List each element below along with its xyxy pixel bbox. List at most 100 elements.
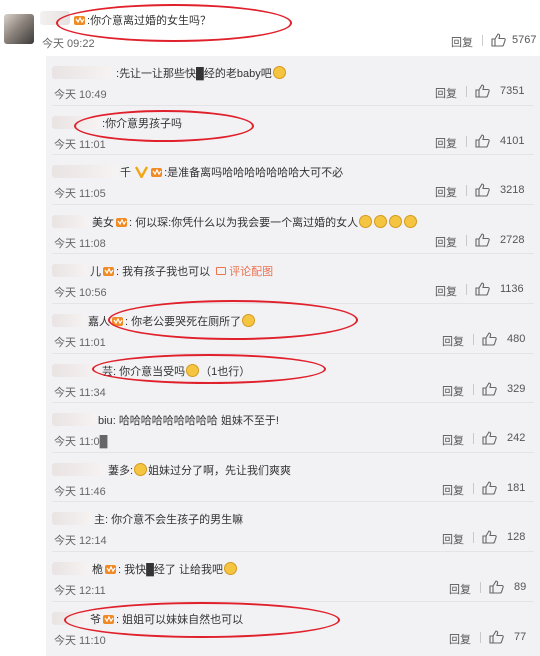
- username-blurred[interactable]: [52, 363, 100, 377]
- divider: [473, 383, 474, 395]
- like-icon[interactable]: [482, 481, 497, 498]
- username-blurred[interactable]: [52, 214, 90, 228]
- divider: [473, 532, 474, 544]
- username-blurred[interactable]: [52, 611, 88, 625]
- divider: [480, 631, 481, 643]
- like-icon[interactable]: [482, 431, 497, 448]
- username-blurred[interactable]: [52, 413, 96, 427]
- like-icon[interactable]: [482, 332, 497, 349]
- like-count: 1136: [500, 283, 524, 296]
- like-count: 2728: [500, 233, 525, 246]
- like-icon[interactable]: [489, 580, 504, 597]
- like-icon[interactable]: [475, 282, 490, 299]
- list-item: 爷: 姐姐可以妹妹自然也可以 今天 11:10 回复 77: [46, 602, 540, 652]
- divider: [473, 482, 474, 494]
- list-item: 儿: 我有孩子我也可以 评论配图 今天 10:56 回复 1136: [46, 254, 540, 304]
- reply-time: 今天 11:01: [54, 138, 106, 151]
- reply-button[interactable]: 回复: [435, 135, 457, 151]
- vip-badge-icon: [102, 613, 115, 625]
- reply-time: 今天 10:56: [54, 287, 107, 300]
- divider: [466, 284, 467, 296]
- reply-body: 萋多: 姐妹过分了啊，先让我们爽爽: [108, 462, 292, 477]
- reply-body: :你介意男孩子吗: [102, 117, 183, 130]
- reply-button[interactable]: 回复: [442, 333, 464, 349]
- username-blurred[interactable]: [52, 314, 86, 327]
- divider: [466, 86, 467, 97]
- vip-badge-icon: [150, 166, 163, 178]
- list-item: :先让一让那些快█经的老baby吧 今天 10:49 回复 7351: [46, 56, 540, 106]
- reply-list: :先让一让那些快█经的老baby吧 今天 10:49 回复 7351 :你介意男…: [46, 56, 540, 656]
- reply-body: 桅: 我快█经了 让给我吧: [92, 561, 238, 577]
- reply-button[interactable]: 回复: [435, 85, 457, 101]
- divider: [480, 582, 481, 593]
- like-icon[interactable]: [475, 183, 490, 200]
- vip-badge-icon: [104, 563, 117, 575]
- like-count: 3218: [500, 184, 525, 197]
- comment-body: :你介意离过婚的女生吗？: [72, 12, 211, 28]
- divider: [473, 433, 474, 445]
- like-count: 89: [514, 581, 527, 593]
- like-count: 329: [507, 382, 526, 395]
- like-icon[interactable]: [491, 33, 506, 50]
- emoji-icon: [359, 214, 373, 228]
- reply-body: 千 :是准备离吗哈哈哈哈哈哈哈大可不必: [120, 166, 344, 180]
- reply-button[interactable]: 回复: [435, 283, 457, 299]
- avatar[interactable]: [4, 14, 34, 44]
- reply-button[interactable]: 回复: [451, 34, 473, 50]
- like-count: 128: [507, 531, 526, 544]
- divider: [466, 135, 467, 147]
- vip-badge-icon: [135, 166, 149, 180]
- username-blurred[interactable]: [52, 562, 90, 575]
- comment-image-link[interactable]: 评论配图: [229, 266, 273, 278]
- username-blurred[interactable]: [52, 462, 106, 476]
- image-icon: [216, 267, 227, 276]
- emoji-icon: [389, 214, 403, 228]
- reply-button[interactable]: 回复: [442, 482, 464, 498]
- reply-button[interactable]: 回复: [442, 432, 464, 448]
- like-icon[interactable]: [489, 630, 504, 647]
- reply-button[interactable]: 回复: [435, 234, 457, 250]
- reply-time: 今天 11:0█: [54, 436, 108, 449]
- list-item: biu: 哈哈哈哈哈哈哈哈哈 姐妹不至于! 今天 11:0█ 回复 242: [46, 403, 540, 453]
- reply-body: 芸: 你介意当受吗 （1也行）: [102, 363, 251, 378]
- username-blurred[interactable]: [40, 11, 70, 25]
- vip-badge-icon: [73, 14, 86, 26]
- reply-button[interactable]: 回复: [442, 531, 464, 547]
- username-blurred[interactable]: [52, 165, 118, 179]
- list-item: 主: 你介意不会生孩子的男生嘛 今天 12:14 回复 128: [46, 502, 540, 552]
- reply-button[interactable]: 回复: [449, 581, 471, 597]
- emoji-icon: [404, 214, 418, 228]
- vip-badge-icon: [102, 265, 115, 277]
- reply-body: 美女: 何以琛:你凭什么以为我会要一个离过婚的女人: [92, 214, 418, 230]
- reply-body: biu: 哈哈哈哈哈哈哈哈哈 姐妹不至于!: [98, 415, 279, 428]
- like-count: 4101: [500, 134, 525, 147]
- emoji-icon: [134, 462, 148, 476]
- reply-button[interactable]: 回复: [435, 184, 457, 200]
- username-blurred[interactable]: [52, 66, 112, 79]
- emoji-icon: [242, 314, 256, 327]
- like-icon[interactable]: [475, 84, 490, 101]
- reply-time: 今天 12:14: [54, 535, 107, 548]
- like-icon[interactable]: [475, 134, 490, 151]
- username-blurred[interactable]: [52, 512, 92, 526]
- like-icon[interactable]: [475, 233, 490, 250]
- reply-body: 主: 你介意不会生孩子的男生嘛: [94, 514, 244, 527]
- reply-time: 今天 11:34: [54, 386, 106, 399]
- divider: [466, 234, 467, 246]
- reply-body: 爷: 姐姐可以妹妹自然也可以: [90, 613, 244, 626]
- like-icon[interactable]: [482, 530, 497, 547]
- list-item: :你介意男孩子吗 今天 11:01 回复 4101: [46, 106, 540, 156]
- like-icon[interactable]: [482, 382, 497, 399]
- username-blurred[interactable]: [52, 264, 88, 278]
- username-blurred[interactable]: [52, 115, 100, 129]
- emoji-icon: [186, 363, 200, 377]
- reply-body: 儿: 我有孩子我也可以 评论配图: [90, 265, 274, 279]
- reply-button[interactable]: 回复: [442, 383, 464, 399]
- top-comment: :你介意离过婚的女生吗？ 今天 09:22 回复 5767: [0, 0, 540, 56]
- reply-button[interactable]: 回复: [449, 631, 471, 647]
- like-count: 7351: [500, 85, 525, 97]
- emoji-icon: [272, 66, 286, 79]
- reply-time: 今天 11:05: [54, 188, 106, 201]
- vip-badge-icon: [111, 315, 124, 327]
- list-item: 嘉人: 你老公要哭死在厕所了 今天 11:01 回复 480: [46, 304, 540, 354]
